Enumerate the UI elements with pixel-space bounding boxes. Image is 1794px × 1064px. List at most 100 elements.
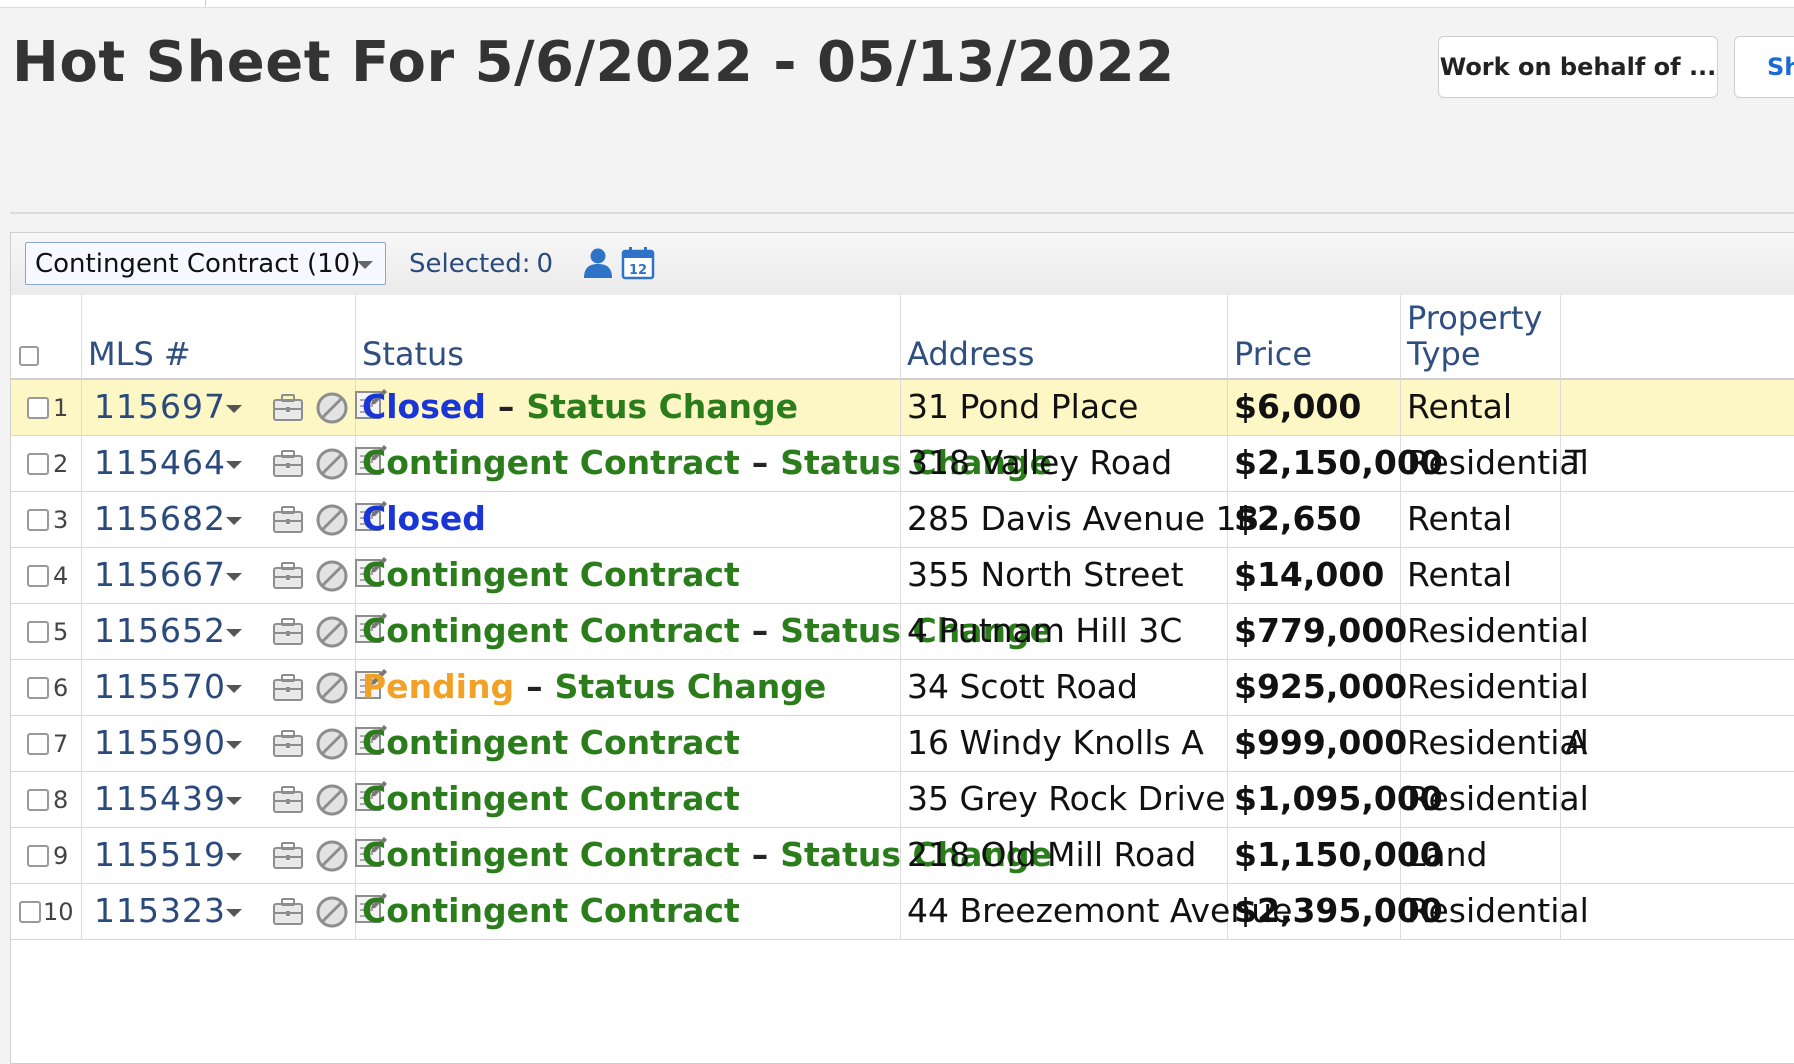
header-next-column[interactable] <box>1561 295 1794 380</box>
briefcase-icon[interactable] <box>270 782 306 818</box>
briefcase-icon[interactable] <box>270 502 306 538</box>
mls-link[interactable]: 115590 <box>94 723 226 763</box>
person-icon[interactable] <box>583 247 613 279</box>
mls-link[interactable]: 115464 <box>94 443 226 483</box>
row-checkbox[interactable] <box>27 397 49 419</box>
status-cell: Closed <box>356 492 901 548</box>
status-text: Pending – Status Change <box>362 667 826 707</box>
chevron-down-icon[interactable] <box>226 517 242 525</box>
briefcase-icon[interactable] <box>270 446 306 482</box>
ban-icon[interactable] <box>314 558 350 594</box>
next-column-text: A <box>1565 723 1588 762</box>
table-row[interactable]: 1 115697 Closed – Status Change 31 Pond … <box>11 380 1794 436</box>
ban-icon[interactable] <box>314 894 350 930</box>
briefcase-icon[interactable] <box>270 390 306 426</box>
table-row[interactable]: 3 115682 Closed 285 Davis Avenue 1B $2,6… <box>11 492 1794 548</box>
select-all-checkbox[interactable] <box>19 346 39 366</box>
ban-icon[interactable] <box>314 614 350 650</box>
status-value[interactable]: Pending <box>362 667 514 706</box>
status-value[interactable]: Contingent Contract <box>362 723 740 762</box>
header-property-type[interactable]: Property Type <box>1401 295 1561 380</box>
ban-icon[interactable] <box>314 838 350 874</box>
property-type-cell: Land <box>1401 828 1561 884</box>
mls-link[interactable]: 115667 <box>94 555 226 595</box>
ban-icon[interactable] <box>314 670 350 706</box>
status-value[interactable]: Contingent Contract <box>362 891 740 930</box>
mls-link[interactable]: 115519 <box>94 835 226 875</box>
table-row[interactable]: 2 115464 Contingent Contract – Status Ch… <box>11 436 1794 492</box>
briefcase-icon[interactable] <box>270 838 306 874</box>
chevron-down-icon[interactable] <box>226 629 242 637</box>
mls-link[interactable]: 115323 <box>94 891 226 931</box>
row-checkbox[interactable] <box>27 789 49 811</box>
price-text: $14,000 <box>1234 555 1385 594</box>
chevron-down-icon[interactable] <box>226 461 242 469</box>
work-on-behalf-button[interactable]: Work on behalf of ... <box>1438 36 1718 98</box>
status-value[interactable]: Closed <box>362 499 486 538</box>
status-value[interactable]: Contingent Contract <box>362 611 740 650</box>
header-mls[interactable]: MLS # <box>82 295 356 380</box>
status-value[interactable]: Closed <box>362 387 486 426</box>
mls-link[interactable]: 115697 <box>94 387 226 427</box>
view-selector-dropdown[interactable]: Contingent Contract (10) <box>25 242 386 285</box>
briefcase-icon[interactable] <box>270 558 306 594</box>
status-value[interactable]: Contingent Contract <box>362 779 740 818</box>
chevron-down-icon[interactable] <box>226 573 242 581</box>
mls-cell: 115439 <box>82 772 387 828</box>
chevron-down-icon[interactable] <box>226 909 242 917</box>
property-type-text: Rental <box>1407 499 1512 538</box>
table-row[interactable]: 8 115439 Contingent Contract 35 Grey Roc… <box>11 772 1794 828</box>
table-row[interactable]: 6 115570 Pending – Status Change 34 Scot… <box>11 660 1794 716</box>
chevron-down-icon[interactable] <box>226 741 242 749</box>
header-status[interactable]: Status <box>356 295 901 380</box>
status-value[interactable]: Contingent Contract <box>362 835 740 874</box>
next-column-cell <box>1561 660 1794 716</box>
chevron-down-icon[interactable] <box>226 405 242 413</box>
row-checkbox[interactable] <box>27 845 49 867</box>
table-row[interactable]: 5 115652 Contingent Contract – Status Ch… <box>11 604 1794 660</box>
row-checkbox[interactable] <box>27 509 49 531</box>
chevron-down-icon[interactable] <box>226 797 242 805</box>
address-cell: 218 Old Mill Road <box>901 828 1228 884</box>
header-price[interactable]: Price <box>1228 295 1401 380</box>
mls-link[interactable]: 115570 <box>94 667 226 707</box>
row-checkbox[interactable] <box>27 565 49 587</box>
table-row[interactable]: 4 115667 Contingent Contract 355 North S… <box>11 548 1794 604</box>
status-change-label[interactable]: Status Change <box>555 667 827 706</box>
row-checkbox[interactable] <box>27 621 49 643</box>
status-text: Closed – Status Change <box>362 387 798 427</box>
ban-icon[interactable] <box>314 446 350 482</box>
share-button[interactable]: Sh <box>1734 36 1794 98</box>
price-cell: $999,000 <box>1228 716 1407 772</box>
mls-cell: 115323 <box>82 884 387 940</box>
status-value[interactable]: Contingent Contract <box>362 443 740 482</box>
table-row[interactable]: 7 115590 Contingent Contract 16 Windy Kn… <box>11 716 1794 772</box>
chevron-down-icon[interactable] <box>226 853 242 861</box>
briefcase-icon[interactable] <box>270 670 306 706</box>
row-checkbox[interactable] <box>27 677 49 699</box>
ban-icon[interactable] <box>314 782 350 818</box>
status-change-label[interactable]: Status Change <box>526 387 798 426</box>
header-mls-label: MLS # <box>88 335 191 373</box>
mls-link[interactable]: 115652 <box>94 611 226 651</box>
row-checkbox[interactable] <box>27 453 49 475</box>
table-row[interactable]: 9 115519 Contingent Contract – Status Ch… <box>11 828 1794 884</box>
calendar-icon[interactable]: 12 <box>621 246 655 280</box>
briefcase-icon[interactable] <box>270 614 306 650</box>
ban-icon[interactable] <box>314 502 350 538</box>
briefcase-icon[interactable] <box>270 894 306 930</box>
row-checkbox[interactable] <box>27 733 49 755</box>
mls-link[interactable]: 115682 <box>94 499 226 539</box>
status-value[interactable]: Contingent Contract <box>362 555 740 594</box>
briefcase-icon[interactable] <box>270 726 306 762</box>
next-column-cell <box>1561 828 1794 884</box>
table-row[interactable]: 10 115323 Contingent Contract 44 Breezem… <box>11 884 1794 940</box>
ban-icon[interactable] <box>314 726 350 762</box>
row-checkbox[interactable] <box>19 901 41 923</box>
chevron-down-icon[interactable] <box>226 685 242 693</box>
ban-icon[interactable] <box>314 390 350 426</box>
header-address[interactable]: Address <box>901 295 1228 380</box>
mls-cell: 115570 <box>82 660 387 716</box>
page-title: Hot Sheet For 5/6/2022 - 05/13/2022 <box>12 30 1175 95</box>
mls-link[interactable]: 115439 <box>94 779 226 819</box>
